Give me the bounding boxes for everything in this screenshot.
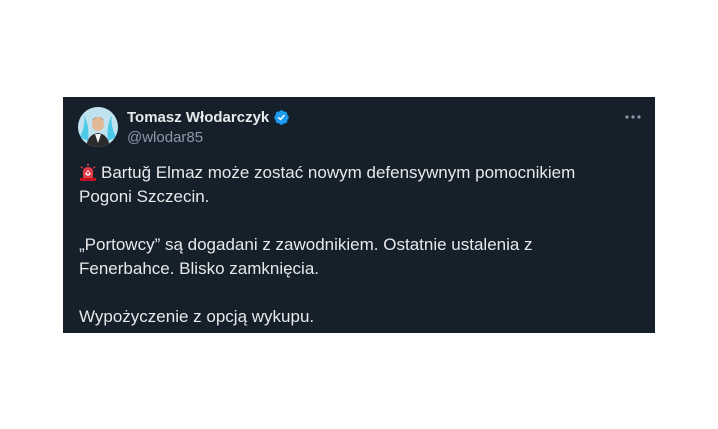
police-car-light-icon — [79, 163, 97, 181]
verified-badge-icon — [273, 109, 290, 126]
more-options-button[interactable] — [623, 109, 643, 125]
more-horizontal-icon — [625, 115, 641, 119]
author-avatar[interactable] — [78, 107, 118, 147]
tweet-line: Wypożyczenie z opcją wykupu. — [79, 307, 315, 326]
tweet-card[interactable]: Tomasz Włodarczyk @wlodar85 Bartuğ Elmaz… — [63, 97, 655, 333]
tweet-line: „Portowcy” są dogadani z zawodnikiem. Os… — [79, 235, 533, 254]
tweet-paragraph: Bartuğ Elmaz może zostać nowym defensywn… — [79, 161, 639, 209]
author-name-row: Tomasz Włodarczyk — [127, 109, 290, 126]
tweet-line: Bartuğ Elmaz może zostać nowym defensywn… — [101, 163, 576, 182]
tweet-line: Pogoni Szczecin. — [79, 187, 210, 206]
tweet-paragraph: Wypożyczenie z opcją wykupu. — [79, 305, 639, 329]
author-display-name[interactable]: Tomasz Włodarczyk — [127, 109, 269, 126]
author-handle[interactable]: @wlodar85 — [127, 129, 203, 146]
tweet-line: Fenerbahce. Blisko zamknięcia. — [79, 259, 320, 278]
tweet-paragraph: „Portowcy” są dogadani z zawodnikiem. Os… — [79, 233, 639, 281]
tweet-text: Bartuğ Elmaz może zostać nowym defensywn… — [79, 161, 639, 333]
